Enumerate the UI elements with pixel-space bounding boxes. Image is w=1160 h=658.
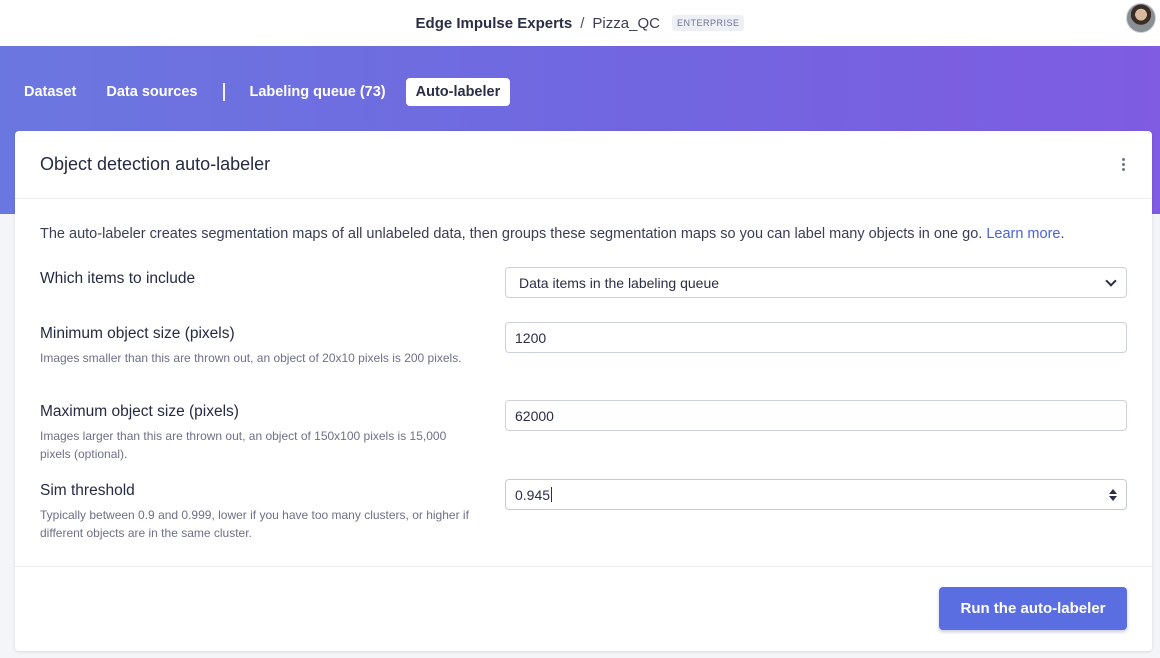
top-bar: Edge Impulse Experts / Pizza_QC ENTERPRI… [0,0,1160,46]
card-footer: Run the auto-labeler [15,566,1152,651]
intro-description: The auto-labeler creates segmentation ma… [40,226,983,242]
max-size-help: Images larger than this are thrown out, … [40,429,447,461]
run-auto-labeler-button[interactable]: Run the auto-labeler [939,587,1127,630]
include-select-value: Data items in the labeling queue [519,274,720,291]
user-avatar[interactable] [1126,3,1156,33]
breadcrumb-separator: / [580,14,585,32]
tab-dataset[interactable]: Dataset [14,78,86,106]
kebab-menu-icon[interactable] [1113,155,1133,175]
organization-link[interactable]: Edge Impulse Experts [416,15,573,32]
plan-badge: ENTERPRISE [671,15,745,31]
sim-threshold-value: 0.945 [515,486,551,503]
max-size-value: 62000 [515,407,554,424]
chevron-down-icon [1105,274,1117,287]
include-select[interactable]: Data items in the labeling queue [505,267,1127,298]
card-header: Object detection auto-labeler [15,131,1152,199]
project-link[interactable]: Pizza_QC [592,15,660,32]
card-title: Object detection auto-labeler [40,154,271,174]
card-body: The auto-labeler creates segmentation ma… [15,199,1152,567]
tab-labeling-queue[interactable]: Labeling queue (73) [239,78,395,106]
tab-data-sources[interactable]: Data sources [96,78,207,106]
min-size-value: 1200 [515,329,547,346]
sim-threshold-input[interactable]: 0.945 [505,479,1127,510]
tab-auto-labeler[interactable]: Auto-labeler [405,78,511,106]
tab-divider [223,83,226,101]
learn-more-link[interactable]: Learn more [986,226,1060,242]
number-stepper-icon[interactable] [1109,488,1117,501]
max-size-input[interactable]: 62000 [505,400,1127,431]
sim-threshold-help: Typically between 0.9 and 0.999, lower i… [40,508,469,540]
min-size-input[interactable]: 1200 [505,322,1127,353]
tab-bar: Dataset Data sources Labeling queue (73)… [14,77,520,107]
intro-text: The auto-labeler creates segmentation ma… [40,226,1065,242]
auto-labeler-card: Object detection auto-labeler The auto-l… [15,131,1152,651]
breadcrumb: Edge Impulse Experts / Pizza_QC ENTERPRI… [416,15,745,32]
min-size-help: Images smaller than this are thrown out,… [40,351,462,365]
text-caret [551,487,553,502]
